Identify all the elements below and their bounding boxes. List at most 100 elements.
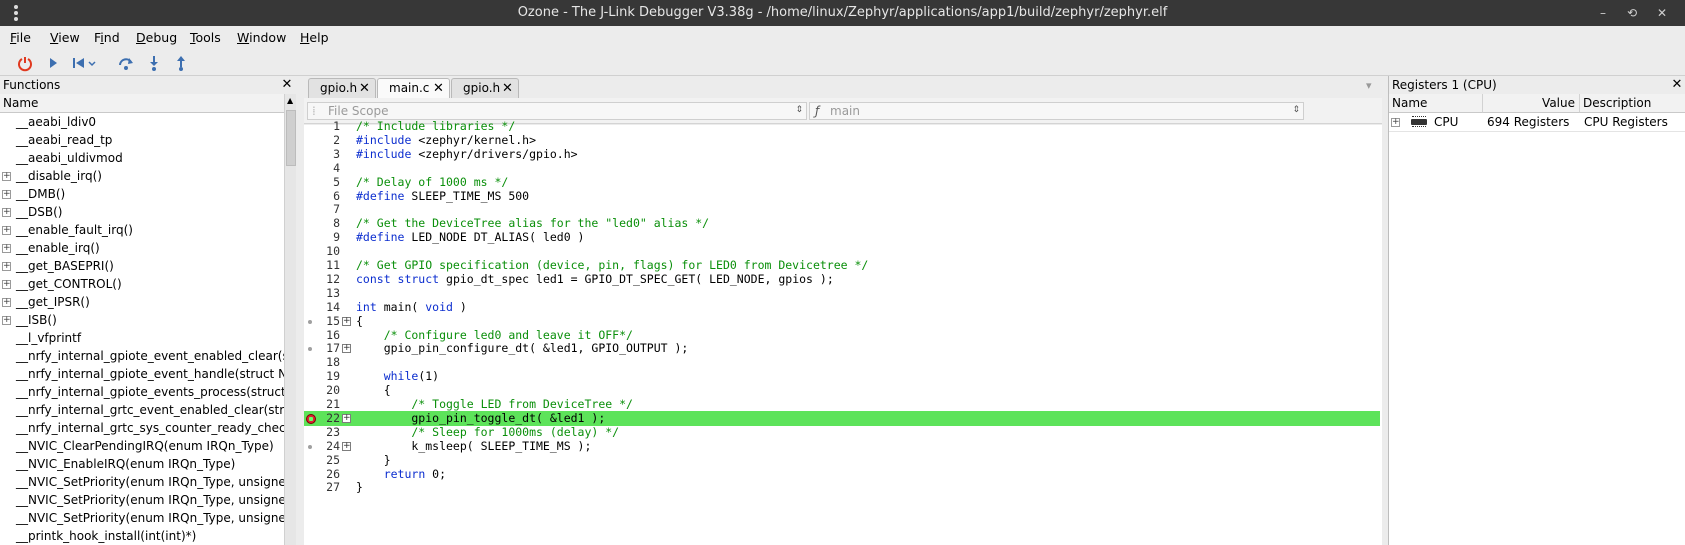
expand-icon[interactable]: +	[2, 244, 11, 253]
functions-column-header[interactable]: Name	[0, 94, 284, 113]
step-over-icon[interactable]	[117, 54, 135, 72]
function-list-item[interactable]: __nrfy_internal_gpiote_events_process(st…	[0, 383, 284, 401]
step-out-icon[interactable]	[172, 54, 190, 72]
expand-icon[interactable]: +	[2, 262, 11, 271]
close-functions-panel-icon[interactable]: ✕	[280, 77, 294, 93]
expand-icon[interactable]: +	[2, 316, 11, 325]
function-list-item[interactable]: __l_vfprintf	[0, 329, 284, 347]
expand-icon[interactable]: +	[1391, 118, 1400, 127]
function-list-item[interactable]: __aeabi_ldiv0	[0, 113, 284, 131]
code-line[interactable]: 9 #define LED_NODE DT_ALIAS( led0 )	[304, 230, 1380, 245]
registers-value-column[interactable]: Value	[1483, 94, 1580, 113]
code-line[interactable]: 23 /* Sleep for 1000ms (delay) */	[304, 425, 1380, 440]
expand-icon[interactable]: +	[2, 172, 11, 181]
function-list-item[interactable]: __NVIC_ClearPendingIRQ(enum IRQn_Type)	[0, 437, 284, 455]
function-list-item[interactable]: + __get_CONTROL()	[0, 275, 284, 293]
close-tab-icon[interactable]: ✕	[502, 79, 513, 98]
functions-scrollbar-thumb[interactable]	[286, 110, 296, 166]
code-line[interactable]: 7	[304, 202, 1380, 217]
function-list-item[interactable]: + __ISB()	[0, 311, 284, 329]
expand-icon[interactable]: +	[2, 226, 11, 235]
close-registers-panel-icon[interactable]: ✕	[1670, 77, 1684, 93]
code-line[interactable]: 17 + gpio_pin_configure_dt( &led1, GPIO_O…	[304, 341, 1380, 356]
code-keyword: const struct	[356, 272, 440, 286]
close-window-button[interactable]: ✕	[1653, 4, 1671, 22]
register-row-cpu[interactable]: + CPU 694 Registers CPU Registers	[1389, 113, 1685, 132]
scroll-up-icon[interactable]: ▲	[287, 96, 293, 105]
tab-gpio-h-2[interactable]: gpio.h ✕	[451, 78, 519, 98]
close-tab-icon[interactable]: ✕	[359, 79, 370, 98]
registers-description-column[interactable]: Description	[1580, 94, 1685, 113]
code-line[interactable]: 5 /* Delay of 1000 ms */	[304, 175, 1380, 190]
function-list-item[interactable]: __nrfy_internal_grtc_sys_counter_ready_c…	[0, 419, 284, 437]
current-code-line[interactable]: 22 + gpio_pin_toggle_dt( &led1 );	[304, 411, 1380, 426]
function-list-item[interactable]: + __get_BASEPRI()	[0, 257, 284, 275]
expand-icon[interactable]: +	[2, 298, 11, 307]
continue-icon[interactable]	[44, 54, 62, 72]
function-list-item[interactable]: __NVIC_SetPriority(enum IRQn_Type, unsig…	[0, 491, 284, 509]
function-list-item[interactable]: __printk_hook_install(int(int)*)	[0, 527, 284, 545]
registers-name-column[interactable]: Name	[1389, 94, 1483, 113]
menu-file[interactable]: File	[10, 30, 31, 45]
tab-gpio-h-1[interactable]: gpio.h ✕	[308, 78, 376, 98]
function-list-item[interactable]: + __disable_irq()	[0, 167, 284, 185]
code-line[interactable]: 10	[304, 244, 1380, 259]
functions-panel-title: Functions	[0, 76, 296, 94]
function-list-item[interactable]: __nrfy_internal_gpiote_event_enabled_cle…	[0, 347, 284, 365]
step-into-icon[interactable]	[145, 54, 163, 72]
expand-line-icon[interactable]: +	[342, 414, 351, 423]
file-scope-dropdown[interactable]: ⁞ File Scope ⇕	[307, 102, 807, 120]
menu-tools[interactable]: Tools	[190, 30, 221, 45]
function-list-item[interactable]: + __enable_fault_irq()	[0, 221, 284, 239]
code-line[interactable]: 8 /* Get the DeviceTree alias for the "le…	[304, 216, 1380, 231]
function-list-item[interactable]: __aeabi_read_tp	[0, 131, 284, 149]
code-line[interactable]: 11 /* Get GPIO specification (device, pin…	[304, 258, 1380, 273]
expand-icon[interactable]: +	[2, 208, 11, 217]
function-list-item[interactable]: __NVIC_SetPriority(enum IRQn_Type, unsig…	[0, 509, 284, 527]
code-line[interactable]: 1 /* Include libraries */	[304, 119, 1380, 134]
function-list-item[interactable]: __nrfy_internal_gpiote_event_handle(stru…	[0, 365, 284, 383]
reset-icon[interactable]	[70, 54, 100, 72]
minimize-button[interactable]: –	[1594, 4, 1612, 22]
expand-icon[interactable]: +	[2, 280, 11, 289]
code-line[interactable]: 19 while(1)	[304, 369, 1380, 384]
function-scope-dropdown[interactable]: ƒ main ⇕	[809, 102, 1304, 120]
code-line[interactable]: 15 + {	[304, 314, 1380, 329]
expand-line-icon[interactable]: +	[342, 344, 351, 353]
menu-help[interactable]: Help	[300, 30, 329, 45]
menu-find[interactable]: Find	[94, 30, 120, 45]
menu-view[interactable]: View	[50, 30, 80, 45]
close-tab-icon[interactable]: ✕	[433, 79, 444, 98]
function-list-item[interactable]: __NVIC_EnableIRQ(enum IRQn_Type)	[0, 455, 284, 473]
code-line[interactable]: 4	[304, 161, 1380, 176]
function-list-item[interactable]: + __get_IPSR()	[0, 293, 284, 311]
code-line[interactable]: 21 /* Toggle LED from DeviceTree */	[304, 397, 1380, 412]
code-line[interactable]: 18	[304, 355, 1380, 370]
code-line[interactable]: 27}	[304, 480, 1380, 495]
expand-icon[interactable]: +	[2, 190, 11, 199]
code-line[interactable]: 25 }	[304, 453, 1380, 468]
restore-button[interactable]: ⟲	[1623, 4, 1641, 22]
code-line[interactable]: 14 int main( void )	[304, 300, 1380, 315]
code-line[interactable]: 20 {	[304, 383, 1380, 398]
power-icon[interactable]	[16, 54, 34, 72]
code-line[interactable]: 12 const struct gpio_dt_spec led1 = GPIO_…	[304, 272, 1380, 287]
code-line[interactable]: 13	[304, 286, 1380, 301]
menu-debug[interactable]: Debug	[136, 30, 177, 45]
code-line[interactable]: 2 #include <zephyr/kernel.h>	[304, 133, 1380, 148]
code-line[interactable]: 3 #include <zephyr/drivers/gpio.h>	[304, 147, 1380, 162]
tab-overflow-icon[interactable]: ▾	[1366, 79, 1372, 92]
function-list-item[interactable]: __aeabi_uldivmod	[0, 149, 284, 167]
function-list-item[interactable]: + __DMB()	[0, 185, 284, 203]
function-list-item[interactable]: + __enable_irq()	[0, 239, 284, 257]
function-list-item[interactable]: __NVIC_SetPriority(enum IRQn_Type, unsig…	[0, 473, 284, 491]
expand-line-icon[interactable]: +	[342, 317, 351, 326]
functions-scrollbar[interactable]: ▲	[284, 94, 296, 545]
function-list-item[interactable]: __nrfy_internal_grtc_event_enabled_clear…	[0, 401, 284, 419]
function-list-item[interactable]: + __DSB()	[0, 203, 284, 221]
expand-line-icon[interactable]: +	[342, 442, 351, 451]
code-line[interactable]: 24 + k_msleep( SLEEP_TIME_MS );	[304, 439, 1380, 454]
source-code-view[interactable]: 1 /* Include libraries */ 2 #include <zephy…	[304, 119, 1382, 545]
menu-window[interactable]: Window	[237, 30, 286, 45]
tab-main-c[interactable]: main.c ✕	[377, 78, 450, 99]
